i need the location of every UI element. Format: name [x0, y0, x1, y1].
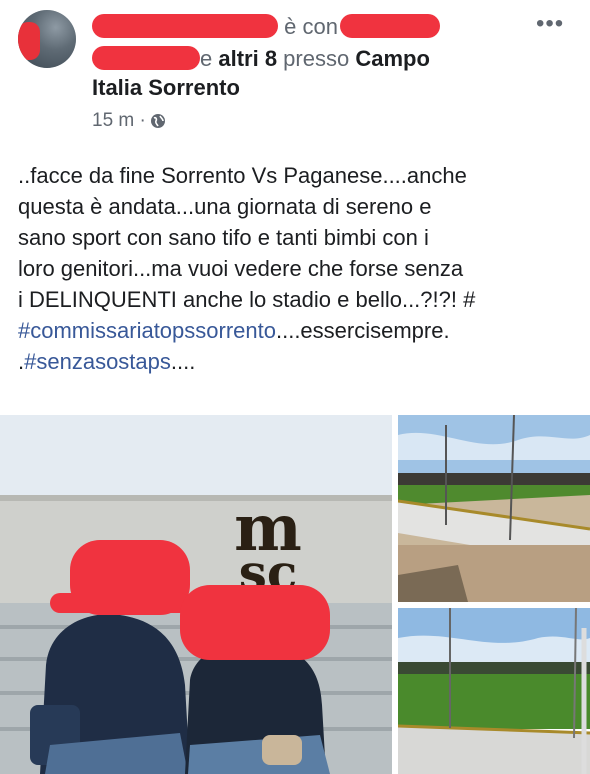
photo-main[interactable]: m sc	[0, 415, 392, 774]
hashtag-link[interactable]: #senzasostaps	[24, 349, 171, 374]
post-line-text: ....essercisempre.	[275, 318, 450, 343]
author-line: è con	[92, 10, 444, 41]
and-label: e	[200, 46, 219, 71]
timestamp[interactable]: 15 m ·	[92, 110, 146, 132]
post-line: sano sport con sano tifo e tanti bimbi c…	[18, 225, 429, 250]
with-label: è con	[284, 14, 338, 39]
post-line: loro genitori...ma vuoi vedere che forse…	[18, 256, 464, 281]
post-header: è con e altri 8 presso Campo Italia Sorr…	[0, 0, 590, 150]
post-line: #commissariatopssorrento....essercisempr…	[18, 315, 583, 346]
photo-grid: m sc	[0, 415, 590, 774]
tagged-name-redaction-2	[92, 46, 200, 70]
tagged-name-redaction	[340, 14, 441, 38]
avatar-redaction	[18, 22, 40, 60]
post-meta: 15 m ·	[92, 110, 166, 132]
author-name-redaction	[92, 14, 278, 38]
msc-sign: m sc	[210, 497, 326, 598]
more-options-icon[interactable]: •••	[536, 10, 564, 38]
post-line: .#senzasostaps....	[18, 346, 583, 377]
others-link[interactable]: altri 8	[218, 46, 277, 71]
post-line: ..facce da fine Sorrento Vs Paganese....…	[18, 163, 467, 188]
place-link[interactable]: Campo	[355, 46, 430, 71]
at-label: presso	[277, 46, 356, 71]
avatar[interactable]	[18, 10, 76, 68]
place-link-continued[interactable]: Italia Sorrento	[92, 74, 240, 102]
post-line: i DELINQUENTI anche lo stadio e bello...…	[18, 287, 476, 312]
photo-stadium-bottom[interactable]	[398, 608, 590, 774]
globe-icon	[150, 113, 166, 129]
face-redaction	[180, 585, 330, 660]
post-text: ..facce da fine Sorrento Vs Paganese....…	[18, 160, 583, 377]
post-line: questa è andata...una giornata di sereno…	[18, 194, 432, 219]
tagged-line: e altri 8 presso Campo	[92, 42, 430, 73]
hashtag-link[interactable]: #commissariatopssorrento	[18, 318, 276, 343]
post-line-text: ....	[170, 349, 196, 374]
face-redaction	[50, 593, 190, 613]
photo-stadium-top[interactable]	[398, 415, 590, 602]
